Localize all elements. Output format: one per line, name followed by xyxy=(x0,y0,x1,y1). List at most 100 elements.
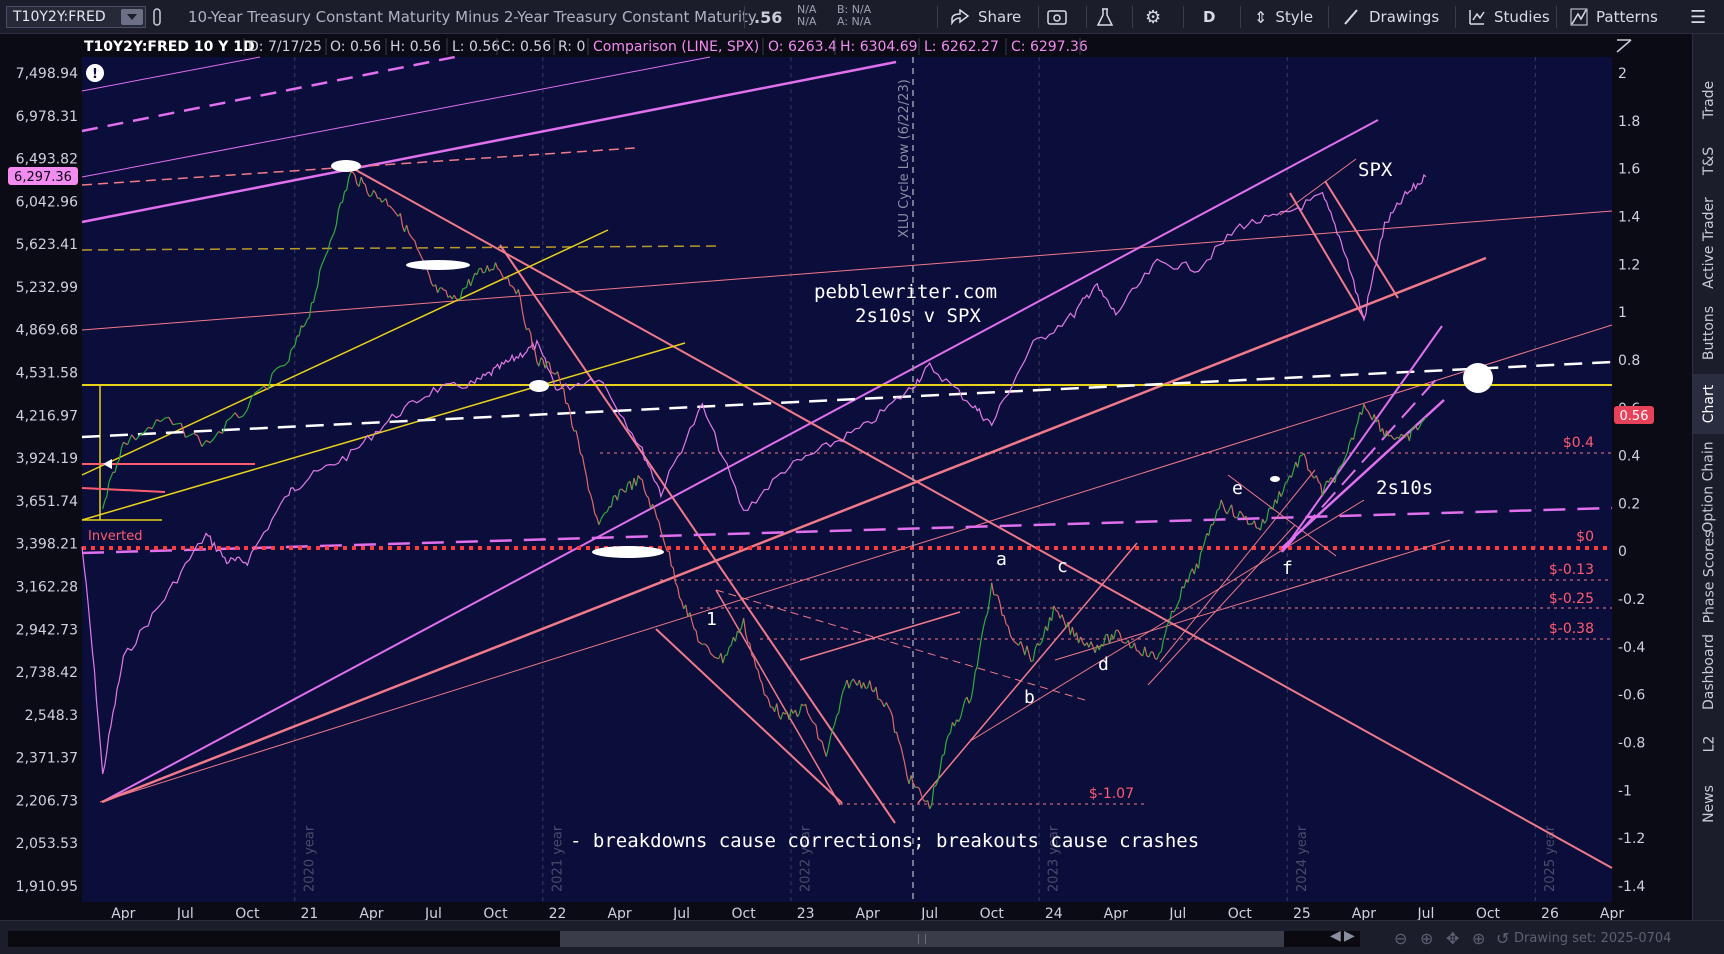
left-tick-label: 2,206.73 xyxy=(16,793,78,809)
left-tick-label: 6,042.96 xyxy=(16,194,78,210)
link-icon[interactable] xyxy=(151,0,163,34)
x-tick-label: 21 xyxy=(301,906,319,920)
wave-label-c: c xyxy=(1057,556,1068,577)
marker-oval-3 xyxy=(529,380,549,392)
right-tick-label: 0 xyxy=(1618,544,1627,560)
marker-oval-5 xyxy=(1270,476,1280,482)
t2s10s-segment xyxy=(344,189,347,192)
right-tick-label: 0.4 xyxy=(1618,449,1640,465)
chart-area[interactable]: 2020 year 2021 year 2022 year 2023 year 2024… xyxy=(0,34,1692,920)
t2s10s-segment xyxy=(747,641,751,644)
header-comparison: Comparison (LINE, SPX) xyxy=(593,39,759,55)
drawings-button[interactable]: Drawings xyxy=(1343,0,1439,34)
level-label-0: $0 xyxy=(1576,529,1594,545)
t2s10s-segment xyxy=(941,754,945,757)
t2s10s-segment xyxy=(340,201,343,204)
left-tick-label: 1,910.95 xyxy=(16,879,78,895)
scroll-left-icon[interactable]: ◀ xyxy=(1330,928,1341,944)
scrollbar-thumb[interactable] xyxy=(560,931,1284,947)
right-current-tag: 0.56 xyxy=(1614,406,1654,424)
wave-label-1: 1 xyxy=(706,609,717,630)
side-panel: Trade T&S Active Trader Buttons Chart Option … xyxy=(1692,34,1724,920)
header-comp-high: H: 6304.69 xyxy=(840,39,918,55)
period-button[interactable]: D xyxy=(1203,0,1215,34)
studies-button[interactable]: Studies xyxy=(1468,0,1550,34)
side-tab-t-s[interactable]: T&S xyxy=(1693,134,1724,188)
side-tab-active-trader[interactable]: Active Trader xyxy=(1693,194,1724,292)
annotation-site: pebblewriter.com xyxy=(814,281,997,303)
side-tab-chart[interactable]: Chart xyxy=(1693,374,1724,434)
side-tab-trade[interactable]: Trade xyxy=(1693,72,1724,128)
annotation-spx: SPX xyxy=(1358,159,1393,181)
last-price: .56 xyxy=(754,7,783,27)
x-tick-label: Oct xyxy=(235,906,260,920)
right-tick-label: 1.8 xyxy=(1618,114,1640,130)
symbol-text: T10Y2Y:FRED xyxy=(13,9,106,25)
style-button[interactable]: ⇕ Style xyxy=(1254,0,1313,34)
bottom-bar: ◀ ▶ ⊖ ⊕ ✥ ⊕ ↺ Drawing set: 2025-0704 xyxy=(0,920,1724,954)
wave-label-e: e xyxy=(1232,478,1243,499)
side-tab-dashboard[interactable]: Dashboard xyxy=(1693,624,1724,720)
x-tick-label: 25 xyxy=(1293,906,1311,920)
t2s10s-segment xyxy=(1235,516,1238,519)
left-tick-label: 5,232.99 xyxy=(16,280,78,296)
x-tick-label: 24 xyxy=(1045,906,1063,920)
top-toolbar: T10Y2Y:FRED 10-Year Treasury Constant Ma… xyxy=(0,0,1724,34)
collapse-icon[interactable] xyxy=(1613,36,1635,56)
marker-oval-4 xyxy=(592,546,664,558)
drawings-label: Drawings xyxy=(1369,8,1440,26)
t2s10s-segment xyxy=(509,284,513,287)
side-tab-buttons[interactable]: Buttons xyxy=(1693,296,1724,370)
left-tick-label: 7,498.94 xyxy=(16,66,78,82)
marker-oval-1 xyxy=(331,160,361,172)
t2s10s-segment xyxy=(1307,469,1311,472)
header-r: R: 0 xyxy=(558,39,585,55)
drawing-set-label: Drawing set: 2025-0704 xyxy=(1514,931,1672,946)
header-high: H: 0.56 xyxy=(390,39,441,55)
x-tick-label: 26 xyxy=(1541,906,1559,920)
level-label-m038: $-0.38 xyxy=(1549,621,1594,637)
side-tab-l2[interactable]: L2 xyxy=(1693,724,1724,764)
right-tick-label: -1.2 xyxy=(1618,831,1645,847)
side-tab-news[interactable]: News xyxy=(1693,774,1724,834)
right-tick-label: 0.8 xyxy=(1618,353,1640,369)
symbol-dropdown-icon[interactable] xyxy=(121,9,143,25)
t2s10s-segment xyxy=(456,298,459,301)
screenshot-icon[interactable] xyxy=(1046,0,1068,34)
zoom-out-icon[interactable]: ⊖ xyxy=(1394,929,1407,948)
header-comp-open: O: 6263.4 xyxy=(768,39,837,55)
flask-icon[interactable] xyxy=(1096,0,1114,34)
crosshair-icon[interactable]: ⊕ xyxy=(1472,929,1485,948)
studies-label: Studies xyxy=(1494,8,1550,26)
gear-icon[interactable]: ⚙ xyxy=(1145,0,1161,34)
left-tick-label: 4,216.97 xyxy=(16,408,78,424)
header-low: L: 0.56 xyxy=(452,39,500,55)
na-field-2: N/A xyxy=(797,15,817,28)
patterns-button[interactable]: Patterns xyxy=(1570,0,1658,34)
x-tick-label: Jul xyxy=(920,906,938,920)
header-comp-low: L: 6262.27 xyxy=(924,39,999,55)
symbol-selector[interactable]: T10Y2Y:FRED xyxy=(6,6,146,28)
right-tick-label: 1.6 xyxy=(1618,162,1640,178)
side-tab-option-chain[interactable]: Option Chain xyxy=(1693,441,1724,532)
wave-label-d: d xyxy=(1098,654,1109,675)
zoom-in-icon[interactable]: ⊕ xyxy=(1420,929,1433,948)
x-tick-label: Apr xyxy=(1352,906,1376,920)
t2s10s-segment xyxy=(1030,660,1034,663)
pan-icon[interactable]: ✥ xyxy=(1446,929,1459,948)
menu-icon[interactable]: ☰ xyxy=(1690,0,1706,34)
t2s10s-segment xyxy=(604,511,608,514)
reset-icon[interactable]: ↺ xyxy=(1496,929,1509,948)
left-tick-label: 3,924.19 xyxy=(16,451,78,467)
header-close: C: 0.56 xyxy=(501,39,551,55)
left-tick-label: 2,548.3 xyxy=(25,708,78,724)
scroll-right-icon[interactable]: ▶ xyxy=(1344,928,1355,944)
x-tick-label: Jul xyxy=(176,906,194,920)
patterns-label: Patterns xyxy=(1596,8,1658,26)
side-tab-phase-scores[interactable]: Phase Scores xyxy=(1693,531,1724,624)
share-button[interactable]: Share xyxy=(950,0,1021,34)
right-tick-label: 2 xyxy=(1618,66,1627,82)
header-comp-close: C: 6297.36 xyxy=(1011,39,1088,55)
left-current-tag: 6,297.36 xyxy=(8,167,78,185)
share-label: Share xyxy=(978,8,1022,26)
